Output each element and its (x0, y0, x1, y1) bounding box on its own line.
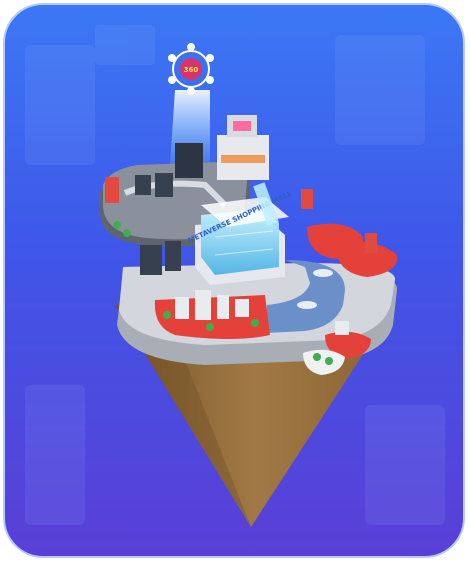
upper-shop (217, 115, 269, 180)
lower-plaza (154, 295, 270, 339)
floating-island-illustration: 360 METAVERSE SHOPPING MALL (25, 25, 445, 527)
badge-text: 360 (184, 66, 199, 74)
network-globe-icon: 360 (168, 43, 214, 95)
hero-card: 360 METAVERSE SHOPPING MALL (3, 3, 465, 558)
tower-under-beam (175, 143, 203, 178)
